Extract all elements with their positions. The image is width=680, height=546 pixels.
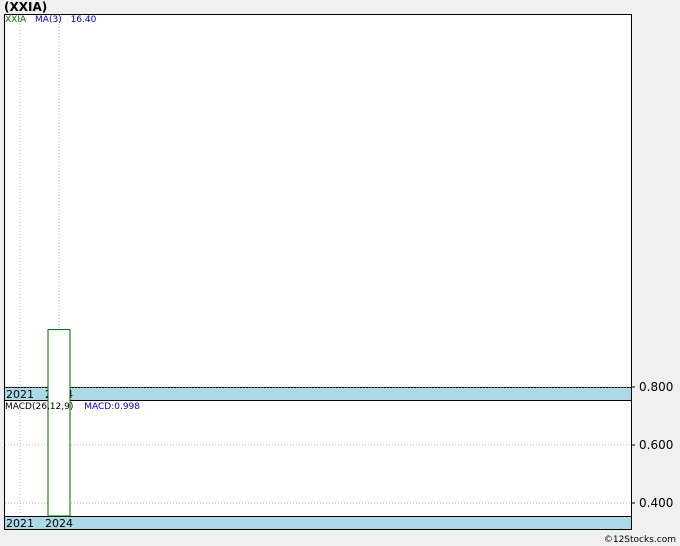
macd-bar-2024: [47, 329, 71, 517]
macd-y-tick-label: 0.800: [639, 380, 673, 394]
macd-legend-label: MACD(26,12,9): [5, 402, 74, 412]
macd-y-tick-label: 0.600: [639, 438, 673, 452]
legend-ma-value: 16.40: [70, 15, 97, 25]
legend-ma-label: MA(3): [35, 15, 62, 25]
macd-x-tick-label-2024: 2024: [45, 517, 73, 530]
price-x-tick-label-2021: 2021: [6, 388, 34, 401]
legend-symbol: XXIA: [5, 15, 27, 25]
footer-credit: ©12Stocks.com: [603, 535, 676, 545]
price-legend: XXIA MA(3) 16.40: [5, 15, 96, 25]
macd-y-tick-label: 0.400: [639, 496, 673, 510]
macd-legend-value: MACD:0.998: [84, 402, 141, 412]
chart-canvas: 15.0015.5016.0016.5017.0017.5018.0018.50…: [5, 15, 673, 530]
macd-legend: MACD(26,12,9) MACD:0.998: [5, 402, 140, 412]
macd-x-tick-label-2021: 2021: [6, 517, 34, 530]
